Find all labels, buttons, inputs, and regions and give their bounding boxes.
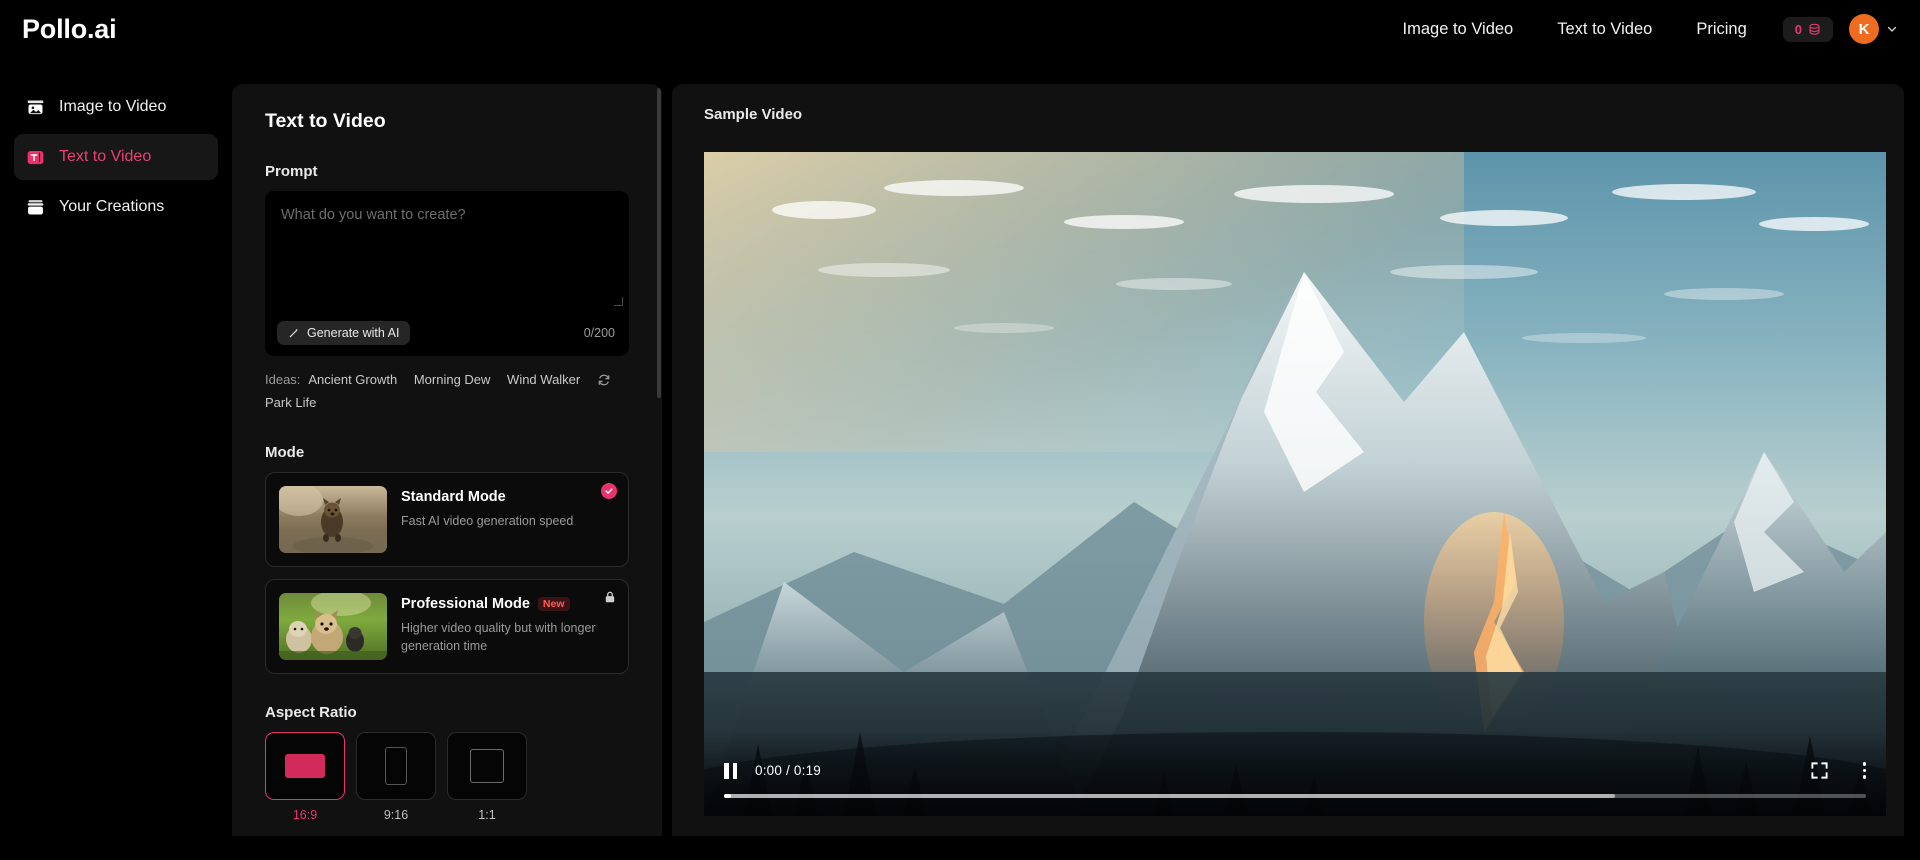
aspect-shape-9-16-icon (385, 747, 407, 785)
generate-with-ai-label: Generate with AI (307, 326, 400, 340)
aspect-ratio-16-9[interactable]: 16:9 (265, 732, 345, 822)
more-vertical-icon[interactable] (1862, 762, 1866, 779)
video-frame-image (704, 152, 1886, 816)
aspect-ratio-label-9-16: 9:16 (383, 808, 409, 822)
time-display: 0:00 / 0:19 (755, 763, 822, 778)
aspect-ratio-label-16-9: 16:9 (292, 808, 318, 822)
mode-selected-check-icon (601, 483, 617, 499)
image-icon (27, 100, 44, 114)
sidebar-item-your-creations[interactable]: Your Creations (14, 184, 218, 230)
stage-title: Sample Video (704, 106, 803, 123)
progress-buffered (724, 794, 1615, 798)
prompt-placeholder: What do you want to create? (281, 207, 466, 223)
video-controls: 0:00 / 0:19 (704, 730, 1886, 816)
avatar: K (1849, 14, 1879, 44)
mode-option-professional[interactable]: Professional Mode New Higher video quali… (265, 579, 629, 674)
progress-bar[interactable] (724, 794, 1866, 798)
top-bar: Pollo.ai Image to Video Text to Video Pr… (0, 0, 1920, 58)
topnav-link-pricing[interactable]: Pricing (1674, 14, 1768, 45)
prompt-input[interactable]: What do you want to create? Generate wit… (265, 191, 629, 356)
magic-wand-icon (289, 328, 299, 338)
video-player[interactable]: 0:00 / 0:19 (704, 152, 1886, 816)
lock-icon (605, 591, 615, 603)
ideas-label: Ideas: (265, 372, 301, 387)
idea-chip-2[interactable]: Wind Walker (507, 372, 580, 387)
account-menu[interactable]: K (1849, 14, 1898, 44)
mode-option-standard[interactable]: Standard Mode Fast AI video generation s… (265, 472, 629, 567)
mode-description: Higher video quality but with longer gen… (401, 621, 596, 653)
mode-new-badge: New (537, 597, 570, 611)
topnav-link-text-to-video[interactable]: Text to Video (1535, 14, 1674, 45)
mode-thumbnail-standard (279, 486, 387, 553)
pause-button[interactable] (724, 762, 737, 779)
mode-locked-indicator (603, 590, 617, 609)
topnav-link-image-to-video[interactable]: Image to Video (1381, 14, 1536, 45)
panel-title: Text to Video (265, 110, 386, 132)
character-counter: 0/200 (583, 326, 615, 340)
chevron-down-icon (1887, 26, 1897, 32)
generate-with-ai-button[interactable]: Generate with AI (277, 321, 411, 345)
credits-count: 0 (1794, 21, 1802, 37)
refresh-icon[interactable] (597, 373, 611, 387)
panel-scrollbar-thumb[interactable] (657, 88, 661, 398)
coin-stack-icon (1809, 23, 1820, 35)
fullscreen-icon[interactable] (1810, 761, 1829, 780)
text-to-video-panel: Text to Video Prompt What do you want to… (232, 84, 662, 836)
sidebar: Image to Video Text to Video Your Creati… (0, 58, 232, 860)
sidebar-item-label: Text to Video (59, 148, 152, 165)
brand-logo[interactable]: Pollo.ai (22, 14, 117, 45)
sidebar-item-text-to-video[interactable]: Text to Video (14, 134, 218, 180)
mode-title: Standard Mode (401, 489, 506, 505)
aspect-ratio-label-1-1: 1:1 (478, 808, 496, 822)
aspect-shape-1-1-icon (470, 749, 504, 783)
idea-chip-0[interactable]: Ancient Growth (308, 372, 397, 387)
creations-icon (27, 199, 44, 214)
sidebar-item-image-to-video[interactable]: Image to Video (14, 84, 218, 130)
aspect-ratio-1-1[interactable]: 1:1 (447, 732, 527, 822)
prompt-label: Prompt (265, 163, 318, 180)
aspect-ratio-9-16[interactable]: 9:16 (356, 732, 436, 822)
mode-title: Professional Mode (401, 596, 530, 612)
textarea-resize-handle[interactable] (614, 297, 623, 306)
aspect-ratio-options: 16:9 9:16 1:1 (265, 732, 629, 822)
mode-thumbnail-professional (279, 593, 387, 660)
mode-description: Fast AI video generation speed (401, 514, 574, 528)
sidebar-item-label: Image to Video (59, 98, 167, 115)
panel-scrollbar[interactable] (656, 84, 662, 836)
text-video-icon (27, 150, 44, 164)
ideas-row: Ideas: Ancient Growth Morning Dew Wind W… (265, 368, 629, 414)
progress-played (724, 794, 731, 798)
sidebar-item-label: Your Creations (59, 198, 165, 215)
aspect-ratio-label: Aspect Ratio (265, 704, 357, 721)
credits-badge[interactable]: 0 (1782, 16, 1833, 42)
idea-chip-1[interactable]: Morning Dew (414, 372, 491, 387)
aspect-shape-16-9-icon (285, 754, 325, 778)
top-navigation: Image to Video Text to Video Pricing 0 K (1381, 14, 1920, 45)
mode-label: Mode (265, 444, 305, 461)
idea-chip-3[interactable]: Park Life (265, 395, 316, 410)
